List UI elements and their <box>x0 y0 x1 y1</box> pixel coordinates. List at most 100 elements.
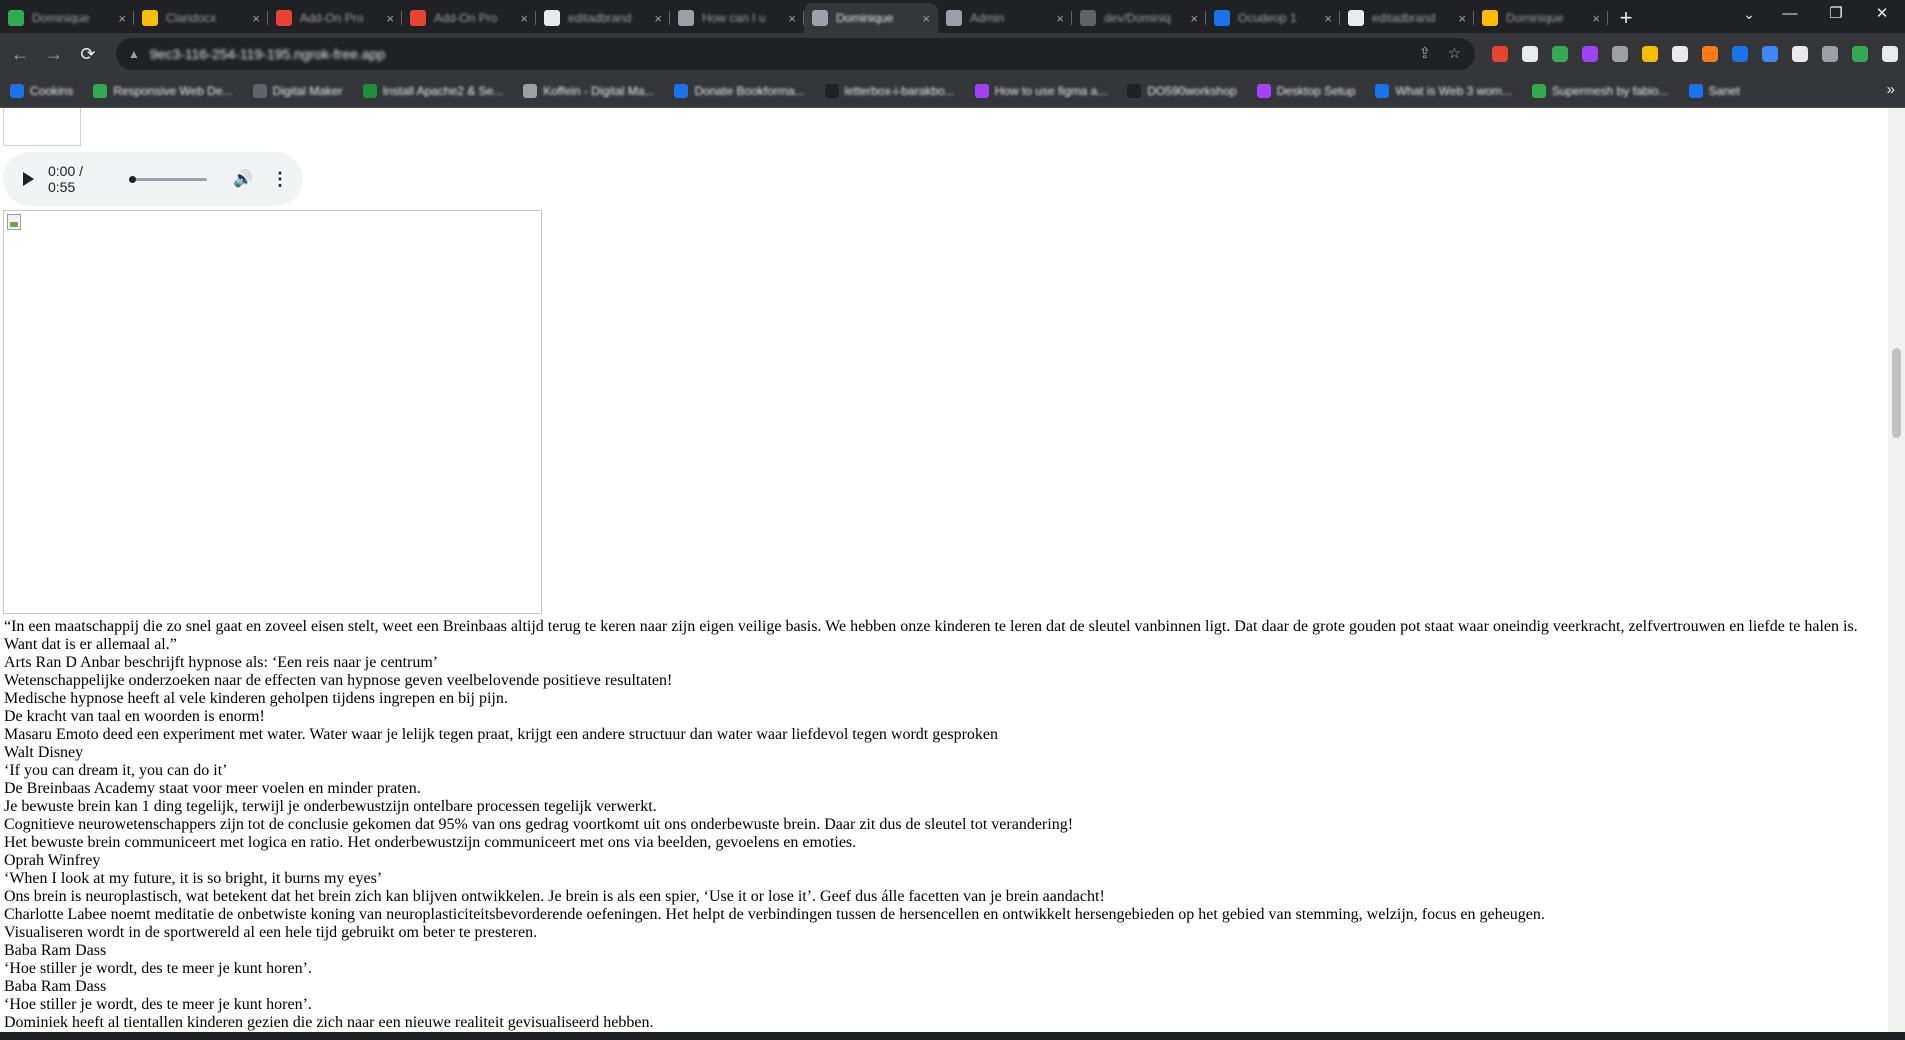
browser-tab[interactable]: dev/Dominiq × <box>1072 3 1206 33</box>
tab-close-icon[interactable]: × <box>386 11 394 26</box>
tab-close-icon[interactable]: × <box>252 11 260 26</box>
url-text[interactable]: 9ec3-116-254-119-195.ngrok-free.app <box>150 46 385 62</box>
bookmark-star-icon[interactable]: ☆ <box>1448 44 1461 62</box>
browser-tab[interactable]: How can I u × <box>670 3 804 33</box>
play-icon[interactable] <box>23 172 34 186</box>
audio-player[interactable]: 0:00 / 0:55 🔊 ⋮ <box>3 152 303 206</box>
volume-icon[interactable]: 🔊 <box>233 169 253 189</box>
browser-menu-icon[interactable]: ⋮ <box>1875 43 1893 64</box>
tab-close-icon[interactable]: × <box>922 11 930 26</box>
extension-icon[interactable] <box>1612 46 1629 62</box>
extension-icon[interactable] <box>1822 46 1839 62</box>
minimize-icon[interactable]: — <box>1767 0 1813 33</box>
bookmark-item[interactable]: How to use figma a... <box>974 84 1107 98</box>
text-line: Charlotte Labee noemt meditatie de onbet… <box>4 906 1545 923</box>
browser-tab[interactable]: Add-On Pro × <box>268 3 402 33</box>
text-line: De kracht van taal en woorden is enorm! <box>4 708 265 725</box>
forward-icon[interactable]: → <box>40 44 68 65</box>
bookmark-favicon-icon <box>674 84 689 98</box>
tab-favicon-icon <box>1348 10 1364 26</box>
tab-close-icon[interactable]: × <box>1458 11 1466 26</box>
text-line: Baba Ram Dass <box>4 942 107 959</box>
bookmark-item[interactable]: Sanet <box>1688 84 1741 98</box>
bookmark-favicon-icon <box>1127 84 1142 98</box>
new-tab-button[interactable]: + <box>1608 3 1644 33</box>
close-window-icon[interactable]: ✕ <box>1859 0 1905 33</box>
bookmark-item[interactable]: DO590workshop <box>1127 84 1237 98</box>
browser-tab[interactable]: Claridocx × <box>134 3 268 33</box>
bookmark-item[interactable]: Install Apache2 & Se... <box>362 84 503 98</box>
extension-icon[interactable] <box>1552 46 1569 62</box>
more-bookmarks-icon[interactable]: » <box>1887 81 1895 98</box>
extension-icon[interactable] <box>1642 46 1659 62</box>
tab-search-icon[interactable]: ⌄ <box>1743 0 1755 28</box>
scrollbar-thumb[interactable] <box>1892 348 1901 438</box>
bookmark-list: Cookins Responsive Web De... Digital Maker… <box>0 84 1870 98</box>
browser-tab[interactable]: Dominique × <box>0 3 134 33</box>
extension-icon[interactable] <box>1702 46 1719 62</box>
bookmark-item[interactable]: Cookins <box>10 84 73 98</box>
broken-image <box>3 210 542 614</box>
bookmark-item[interactable]: Donate Bookforma... <box>674 84 805 98</box>
bookmark-item[interactable]: Responsive Web De... <box>93 84 233 98</box>
browser-tab[interactable]: Dominique × <box>1474 3 1608 33</box>
browser-tab[interactable]: Dominique × <box>804 3 938 33</box>
tab-title: Ocudeop 1 <box>1238 11 1297 25</box>
text-line: Je bewuste brein kan 1 ding tegelijk, te… <box>4 798 657 815</box>
tab-close-icon[interactable]: × <box>1592 11 1600 26</box>
bookmark-title: Supermesh by fabio... <box>1551 84 1669 98</box>
tab-close-icon[interactable]: × <box>654 11 662 26</box>
audio-options-icon[interactable]: ⋮ <box>271 169 289 190</box>
restore-icon[interactable]: ❐ <box>1813 0 1859 33</box>
audio-progress-thumb[interactable] <box>128 175 136 183</box>
tab-favicon-icon <box>276 10 292 26</box>
tab-close-icon[interactable]: × <box>520 11 528 26</box>
browser-tab[interactable]: editadbrand × <box>1340 3 1474 33</box>
bookmark-item[interactable]: letterbox-i-barakbo... <box>824 84 955 98</box>
tab-close-icon[interactable]: × <box>1324 11 1332 26</box>
address-bar[interactable]: ▲ 9ec3-116-254-119-195.ngrok-free.app ⇪ … <box>115 38 1476 70</box>
extension-icon[interactable] <box>1732 46 1749 62</box>
tab-close-icon[interactable]: × <box>118 11 126 26</box>
extension-icon[interactable] <box>1762 46 1779 62</box>
tab-close-icon[interactable]: × <box>1190 11 1198 26</box>
browser-tab[interactable]: Ocudeop 1 × <box>1206 3 1340 33</box>
extension-icon[interactable] <box>1522 46 1539 62</box>
bookmark-item[interactable]: Desktop Setup <box>1256 84 1355 98</box>
bookmark-favicon-icon <box>523 84 538 98</box>
audio-progress-slider[interactable] <box>128 175 208 183</box>
text-line: “In een maatschappij die zo snel gaat en… <box>4 618 1858 653</box>
tab-title: Dominique <box>32 11 90 25</box>
bookmark-item[interactable]: What is Web 3 wom... <box>1375 84 1512 98</box>
tab-close-icon[interactable]: × <box>1056 11 1064 26</box>
share-icon[interactable]: ⇪ <box>1418 44 1431 62</box>
text-line: Het bewuste brein communiceert met logic… <box>4 834 857 851</box>
extension-icon[interactable] <box>1792 46 1809 62</box>
extension-icon[interactable] <box>1672 46 1689 62</box>
bookmark-favicon-icon <box>1688 84 1703 98</box>
browser-tab[interactable]: Admin × <box>938 3 1072 33</box>
back-icon[interactable]: ← <box>6 44 34 65</box>
bookmark-title: Donate Bookforma... <box>694 84 805 98</box>
tab-title: Claridocx <box>166 11 217 25</box>
vertical-scrollbar[interactable] <box>1888 108 1905 1032</box>
extension-icon[interactable] <box>1852 46 1869 62</box>
bookmark-item[interactable]: Koffein - Digital Ma... <box>523 84 654 98</box>
bookmark-title: What is Web 3 wom... <box>1395 84 1512 98</box>
bookmark-item[interactable]: Supermesh by fabio... <box>1531 84 1669 98</box>
extension-icon[interactable] <box>1582 46 1599 62</box>
video-element[interactable] <box>3 108 81 146</box>
bookmark-favicon-icon <box>362 84 377 98</box>
bookmark-item[interactable]: Digital Maker <box>252 84 343 98</box>
browser-tab[interactable]: Add-On Pro × <box>402 3 536 33</box>
window-controls: — ❐ ✕ <box>1767 0 1905 33</box>
tab-favicon-icon <box>8 10 24 26</box>
audio-time: 0:00 / 0:55 <box>48 163 84 195</box>
bookmark-title: Sanet <box>1708 84 1741 98</box>
site-info-icon[interactable]: ▲ <box>128 47 140 61</box>
tab-close-icon[interactable]: × <box>788 11 796 26</box>
bookmark-favicon-icon <box>824 84 839 98</box>
reload-icon[interactable]: ⟳ <box>74 44 102 65</box>
extension-icon[interactable] <box>1492 46 1509 62</box>
browser-tab[interactable]: editadbrand × <box>536 3 670 33</box>
